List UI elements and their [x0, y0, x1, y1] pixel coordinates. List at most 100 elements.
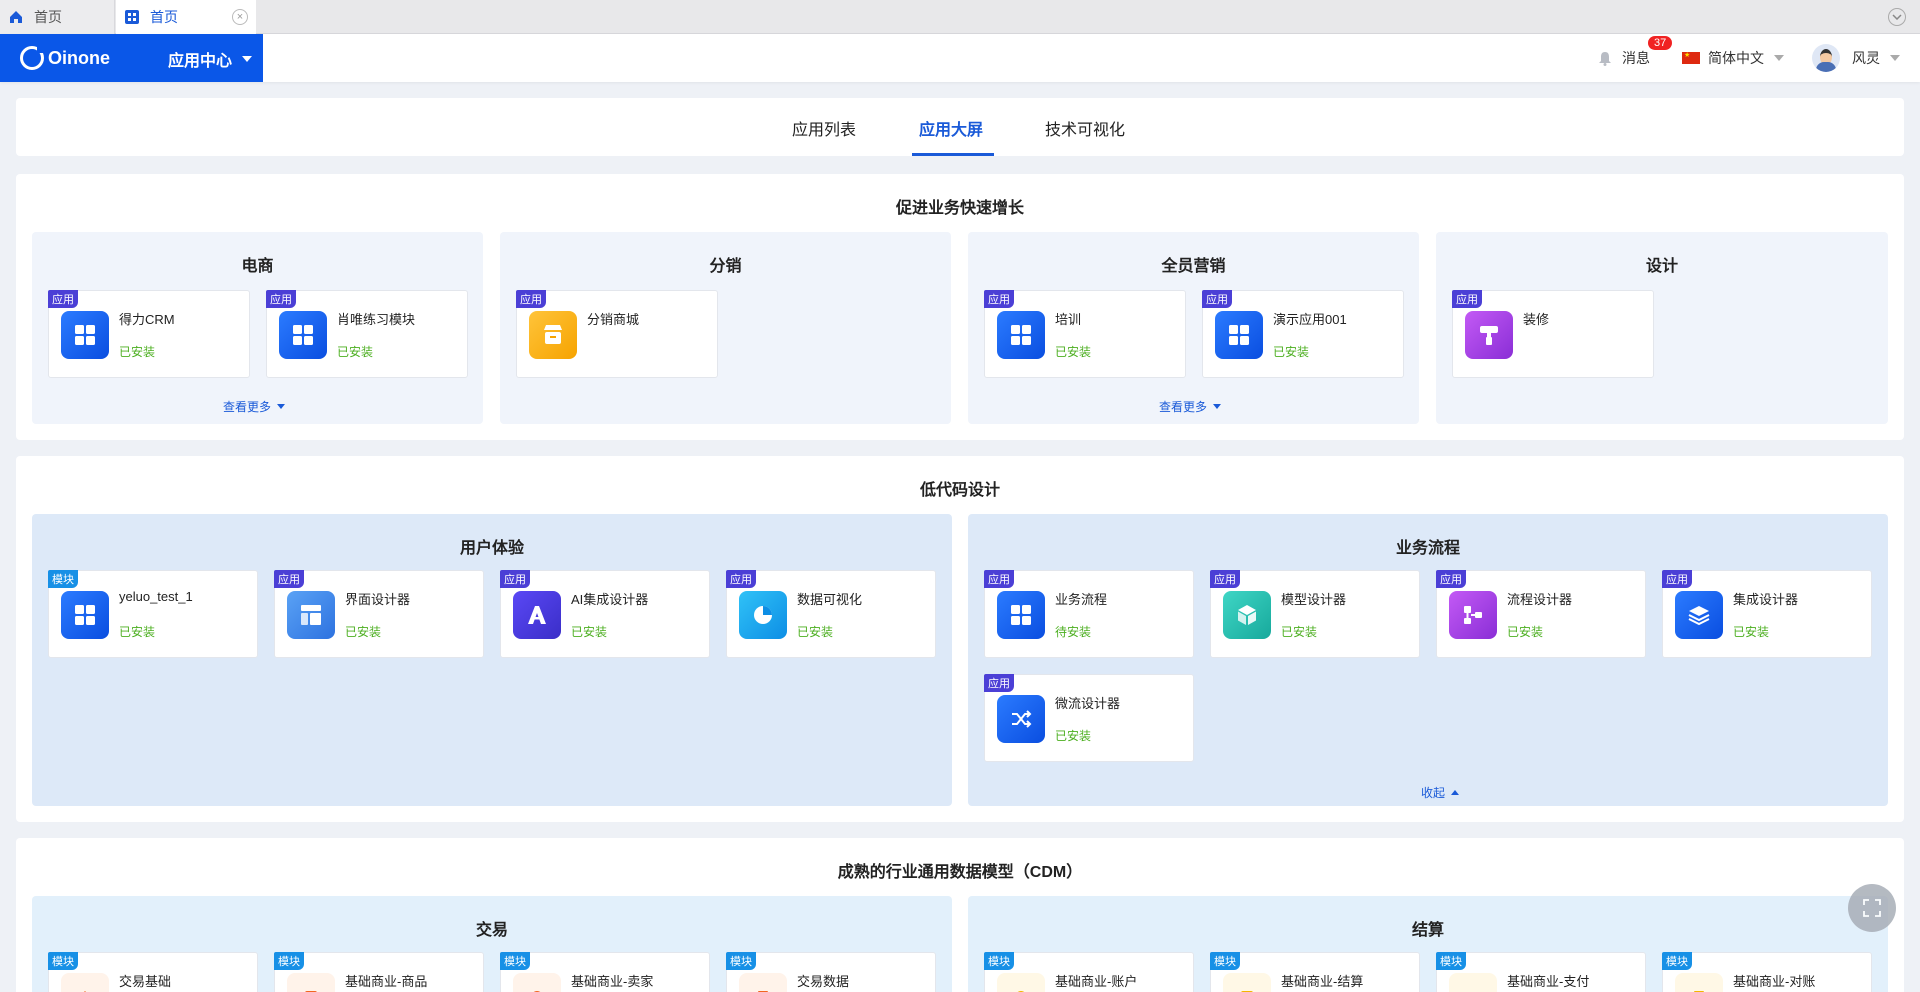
view-more-link[interactable]: 查看更多 — [1159, 398, 1222, 415]
card-status: 待安装 — [1055, 625, 1092, 639]
app-card[interactable]: 应用 微流设计器 已安装 — [984, 674, 1194, 762]
card-status: 已安装 — [1055, 345, 1092, 359]
shuffle-icon — [997, 695, 1045, 743]
module-tag: 模块 — [48, 952, 78, 970]
app-card[interactable]: 应用 装修 — [1452, 290, 1654, 378]
app-card[interactable]: 应用 AI集成设计器 已安装 — [500, 570, 710, 658]
card-name: 基础商业-账户 — [1055, 974, 1138, 989]
ai-icon — [513, 591, 561, 639]
card-name: 数据可视化 — [797, 592, 863, 607]
logo-icon — [20, 45, 45, 70]
caret-down-icon — [1213, 404, 1222, 409]
view-more-link[interactable]: 查看更多 — [223, 398, 286, 415]
module-card[interactable]: 模块 交易数据 — [726, 952, 936, 992]
app-tag: 应用 — [500, 570, 530, 588]
app-tag: 应用 — [726, 570, 756, 588]
section-title: 促进业务快速增长 — [895, 200, 1024, 217]
browser-tab-label: 首页 — [34, 9, 62, 25]
settle-icon — [1223, 973, 1271, 992]
section-low-code-design: 低代码设计 用户体验 模块 yeluo_test_1 已安装 应用 界面设计器 … — [16, 456, 1904, 822]
cube-icon — [1223, 591, 1271, 639]
user-name: 风灵 — [1852, 50, 1880, 66]
module-card[interactable]: 模块 基础商业-对账 — [1662, 952, 1872, 992]
app-card[interactable]: 应用 数据可视化 已安装 — [726, 570, 936, 658]
app-tag: 应用 — [1210, 570, 1240, 588]
app-tag: 应用 — [984, 290, 1014, 308]
module-tag: 模块 — [48, 570, 78, 588]
browser-tab-active[interactable]: 首页 × — [116, 0, 256, 34]
tab-tech-visualization[interactable]: 技术可视化 — [1045, 116, 1125, 140]
home-icon — [8, 9, 24, 25]
card-name: 演示应用001 — [1273, 312, 1347, 327]
card-name: 肖唯练习模块 — [337, 312, 416, 327]
app-card[interactable]: 应用 界面设计器 已安装 — [274, 570, 484, 658]
app-card[interactable]: 应用 流程设计器 已安装 — [1436, 570, 1646, 658]
seller-icon — [513, 973, 561, 992]
module-card[interactable]: 模块 基础商业-卖家 — [500, 952, 710, 992]
module-card[interactable]: 模块 交易基础 — [48, 952, 258, 992]
app-card[interactable]: 模块 yeluo_test_1 已安装 — [48, 570, 258, 658]
language-selector[interactable]: 简体中文 — [1682, 48, 1784, 68]
app-tag: 应用 — [274, 570, 304, 588]
app-tag: 应用 — [984, 674, 1014, 692]
card-name: 分销商城 — [587, 312, 640, 327]
app-card[interactable]: 应用 模型设计器 已安装 — [1210, 570, 1420, 658]
app-card[interactable]: 应用 得力CRM 已安装 — [48, 290, 250, 378]
app-card[interactable]: 应用 肖唯练习模块 已安装 — [266, 290, 468, 378]
app-card[interactable]: 应用 业务流程 待安装 — [984, 570, 1194, 658]
app-card[interactable]: 应用 分销商城 — [516, 290, 718, 378]
group-all-staff-marketing: 全员营销 应用 培训 已安装 应用 演示应用001 已安装 查看更多 — [968, 232, 1419, 424]
logo-text: Oinone — [48, 47, 110, 68]
app-tag: 应用 — [1436, 570, 1466, 588]
group-distribution: 分销 应用 分销商城 — [500, 232, 951, 424]
card-name: 基础商业-卖家 — [571, 974, 654, 989]
group-ecommerce: 电商 应用 得力CRM 已安装 应用 肖唯练习模块 已安装 查看更多 — [32, 232, 483, 424]
logo[interactable]: Oinone — [20, 45, 110, 70]
reconcile-icon — [1675, 973, 1723, 992]
tab-app-list[interactable]: 应用列表 — [792, 116, 856, 140]
module-card[interactable]: 模块 基础商业-账户 — [984, 952, 1194, 992]
caret-up-icon — [1451, 790, 1460, 795]
card-name: 装修 — [1523, 312, 1550, 327]
view-more-label: 查看更多 — [223, 400, 272, 414]
grid-icon — [279, 311, 327, 359]
card-name: 基础商业-商品 — [345, 974, 428, 989]
goods-icon — [287, 973, 335, 992]
module-card[interactable]: 模块 基础商业-商品 — [274, 952, 484, 992]
group-title: 用户体验 — [459, 540, 524, 557]
user-menu[interactable]: 风灵 — [1812, 44, 1900, 72]
group-settlement: 结算 模块 基础商业-账户 模块 基础商业-结算 模块 基础商业-支付 模块 基… — [968, 896, 1888, 992]
app-grid-icon — [124, 9, 140, 25]
app-card[interactable]: 应用 集成设计器 已安装 — [1662, 570, 1872, 658]
card-name: 得力CRM — [119, 312, 175, 327]
view-more-label: 查看更多 — [1159, 400, 1208, 414]
app-center-dropdown[interactable]: 应用中心 — [168, 47, 253, 71]
group-title: 交易 — [475, 922, 508, 939]
pay-icon — [1449, 973, 1497, 992]
card-status: 已安装 — [797, 625, 834, 639]
app-tag: 应用 — [984, 570, 1014, 588]
close-icon[interactable]: × — [232, 9, 248, 25]
app-center-label: 应用中心 — [168, 53, 233, 70]
app-card[interactable]: 应用 演示应用001 已安装 — [1202, 290, 1404, 378]
module-card[interactable]: 模块 基础商业-结算 — [1210, 952, 1420, 992]
collapse-label: 收起 — [1421, 786, 1446, 800]
browser-tab-home[interactable]: 首页 — [0, 0, 115, 34]
grid-icon — [1215, 311, 1263, 359]
group-title: 设计 — [1645, 258, 1678, 275]
module-card[interactable]: 模块 基础商业-支付 — [1436, 952, 1646, 992]
fullscreen-button[interactable] — [1848, 884, 1896, 932]
pie-chart-icon — [739, 591, 787, 639]
app-tag: 应用 — [1662, 570, 1692, 588]
tab-app-dashboard[interactable]: 应用大屏 — [919, 116, 983, 140]
card-name: 界面设计器 — [345, 592, 411, 607]
messages-button[interactable]: 消息 37 — [1598, 36, 1673, 68]
collapse-link[interactable]: 收起 — [1421, 784, 1460, 801]
app-card[interactable]: 应用 培训 已安装 — [984, 290, 1186, 378]
card-name: 基础商业-对账 — [1733, 974, 1816, 989]
brand-bar: Oinone 应用中心 — [0, 34, 263, 82]
app-tag: 应用 — [48, 290, 78, 308]
chevron-down-icon[interactable] — [1888, 8, 1906, 26]
group-title: 分销 — [709, 258, 742, 275]
avatar — [1812, 44, 1840, 72]
